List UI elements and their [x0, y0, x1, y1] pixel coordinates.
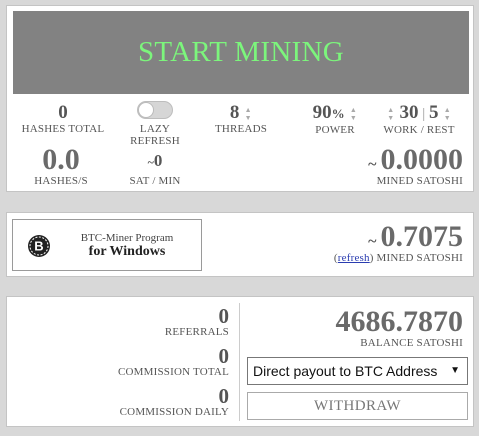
lazy-refresh-toggle[interactable] — [137, 101, 173, 119]
start-mining-button[interactable]: START MINING — [13, 11, 469, 94]
program-mined-prefix: ~ — [368, 233, 377, 250]
payout-method-select[interactable]: Direct payout to BTC Address ▼ — [247, 357, 468, 385]
lazy-refresh-stat: LAZY REFRESH — [115, 101, 195, 147]
commission-daily-label: COMMISSION DAILY — [119, 406, 229, 418]
power-stepper[interactable]: ▲ ▼ — [349, 106, 357, 122]
column-divider — [239, 303, 240, 421]
bitcoin-icon: B — [28, 235, 50, 257]
threads-label: THREADS — [214, 123, 268, 135]
mining-panel: START MINING 0 HASHES TOTAL LAZY REFRESH… — [6, 5, 474, 192]
program-mined-value: 0.7075 — [380, 220, 464, 253]
work-stepper[interactable]: ▲ ▼ — [387, 106, 395, 122]
threads-stat: 8 ▲ ▼ THREADS — [209, 102, 273, 136]
rest-stepper[interactable]: ▲ ▼ — [443, 106, 451, 122]
chevron-down-icon: ▼ — [450, 365, 460, 376]
referrals-value: 0 — [218, 304, 230, 328]
program-panel: B BTC-Miner Program for Windows ~ 0.7075… — [6, 212, 474, 277]
threads-stepper[interactable]: ▲ ▼ — [244, 106, 252, 122]
mined-satoshi-value: 0.0000 — [380, 143, 464, 176]
account-panel: 0 REFERRALS 0 COMMISSION TOTAL 0 COMMISS… — [6, 296, 474, 427]
btc-miner-program-button[interactable]: B BTC-Miner Program for Windows — [12, 219, 202, 271]
commission-daily-value: 0 — [218, 384, 230, 408]
refresh-link[interactable]: refresh — [338, 252, 370, 264]
withdraw-button[interactable]: WITHDRAW — [247, 392, 468, 420]
hashes-per-second-stat: 0.0 HASHES/S — [19, 143, 103, 188]
sat-min-value: 0 — [153, 151, 163, 170]
hashes-per-second-label: HASHES/S — [34, 175, 88, 187]
balance-value: 4686.7870 — [335, 305, 464, 338]
referrals-label: REFERRALS — [164, 326, 229, 338]
svg-text:B: B — [34, 239, 43, 254]
commission-total-value: 0 — [218, 344, 230, 368]
toggle-knob — [138, 102, 154, 118]
referrals-stat: 0 REFERRALS — [164, 304, 230, 339]
commission-daily-stat: 0 COMMISSION DAILY — [119, 384, 230, 419]
lazy-refresh-label: LAZY REFRESH — [130, 123, 180, 147]
commission-total-stat: 0 COMMISSION TOTAL — [117, 344, 230, 379]
power-value: 90 — [312, 102, 332, 123]
commission-total-label: COMMISSION TOTAL — [117, 366, 229, 378]
power-stat: 90% ▲ ▼ POWER — [297, 102, 373, 137]
rest-value: 5 — [429, 102, 439, 123]
balance-stat: 4686.7870 BALANCE SATOSHI — [335, 305, 464, 350]
program-mined-label: MINED SATOSHI — [373, 252, 463, 264]
sat-min-label: SAT / MIN — [129, 175, 181, 187]
mined-satoshi-stat: ~ 0.0000 MINED SATOSHI — [368, 143, 464, 188]
mined-satoshi-label: MINED SATOSHI — [376, 175, 463, 187]
work-rest-label: WORK / REST — [383, 124, 455, 136]
hashes-total-label: HASHES TOTAL — [21, 123, 105, 135]
hashes-total-stat: 0 HASHES TOTAL — [21, 102, 105, 136]
hashes-per-second-value: 0.0 — [42, 143, 80, 176]
work-rest-stat: ▲ ▼ 30 | 5 ▲ ▼ WORK / REST — [377, 102, 461, 137]
sat-per-minute-stat: ~0 SAT / MIN — [115, 151, 195, 187]
power-label: POWER — [315, 124, 355, 136]
program-subtitle: for Windows — [88, 244, 166, 259]
program-title: BTC-Miner Program — [80, 232, 174, 244]
program-mined-stat: ~ 0.7075 (refresh) MINED SATOSHI — [334, 220, 464, 265]
mined-prefix: ~ — [368, 156, 377, 173]
work-value: 30 — [399, 102, 419, 123]
hashes-total-value: 0 — [58, 102, 68, 123]
threads-value: 8 — [229, 102, 240, 123]
power-unit: % — [331, 106, 345, 121]
payout-selected-value: Direct payout to BTC Address — [253, 363, 438, 379]
balance-label: BALANCE SATOSHI — [360, 337, 463, 349]
